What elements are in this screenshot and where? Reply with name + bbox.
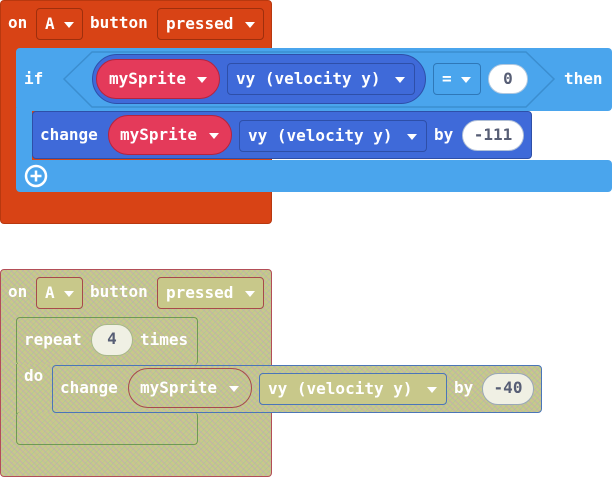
- button-dropdown-value: A: [45, 14, 55, 33]
- caret-down-icon: [64, 291, 74, 297]
- by-label: by: [434, 125, 454, 144]
- operator-dropdown-value: =: [442, 69, 452, 88]
- caret-down-icon: [197, 77, 207, 83]
- caret-down-icon: [245, 291, 255, 297]
- do-label: do: [24, 366, 44, 385]
- property-dropdown[interactable]: vy (velocity y): [227, 63, 415, 95]
- event-button-label: button: [90, 282, 148, 301]
- repeat-label: repeat: [24, 330, 82, 349]
- caret-down-icon: [245, 22, 255, 28]
- caret-down-icon: [461, 77, 471, 83]
- property-dropdown-value: vy (velocity y): [268, 379, 413, 398]
- change-label: change: [60, 378, 118, 397]
- caret-down-icon: [229, 386, 239, 392]
- event-on-label: on: [8, 282, 28, 301]
- action-dropdown-value: pressed: [166, 14, 234, 33]
- action-dropdown[interactable]: pressed: [157, 277, 264, 309]
- sprite-variable-pill[interactable]: mySprite: [128, 368, 252, 408]
- sprite-variable-label: mySprite: [120, 125, 198, 144]
- event-on-label: on: [8, 13, 28, 32]
- sprite-variable-label: mySprite: [109, 69, 187, 88]
- button-dropdown-value: A: [45, 283, 55, 302]
- change-label: change: [40, 125, 98, 144]
- sprite-variable-pill[interactable]: mySprite: [96, 59, 220, 99]
- sprite-variable-pill[interactable]: mySprite: [108, 115, 232, 155]
- change-value-input[interactable]: -111: [462, 120, 524, 151]
- caret-down-icon: [407, 134, 417, 140]
- button-dropdown[interactable]: A: [36, 8, 83, 40]
- caret-down-icon: [427, 387, 437, 393]
- property-dropdown[interactable]: vy (velocity y): [259, 373, 447, 405]
- caret-down-icon: [395, 77, 405, 83]
- property-dropdown-value: vy (velocity y): [236, 69, 381, 88]
- if-block-arm: [16, 108, 32, 164]
- then-label: then: [564, 69, 603, 88]
- action-dropdown-value: pressed: [166, 283, 234, 302]
- change-value-input[interactable]: -40: [482, 373, 534, 405]
- button-dropdown[interactable]: A: [36, 277, 83, 309]
- operator-dropdown[interactable]: =: [433, 63, 481, 95]
- repeat-count-input[interactable]: 4: [91, 324, 133, 356]
- property-dropdown[interactable]: vy (velocity y): [239, 120, 427, 152]
- compare-value-input[interactable]: 0: [488, 64, 528, 94]
- times-label: times: [140, 330, 189, 349]
- caret-down-icon: [209, 133, 219, 139]
- action-dropdown[interactable]: pressed: [157, 8, 264, 40]
- if-label: if: [24, 69, 44, 88]
- event-button-label: button: [90, 13, 148, 32]
- by-label: by: [454, 378, 474, 397]
- caret-down-icon: [64, 22, 74, 28]
- property-dropdown-value: vy (velocity y): [248, 126, 393, 145]
- plus-circle-icon[interactable]: [24, 164, 48, 188]
- sprite-variable-label: mySprite: [140, 378, 218, 397]
- if-block-footer[interactable]: [16, 160, 612, 192]
- repeat-block-footer[interactable]: [16, 412, 198, 445]
